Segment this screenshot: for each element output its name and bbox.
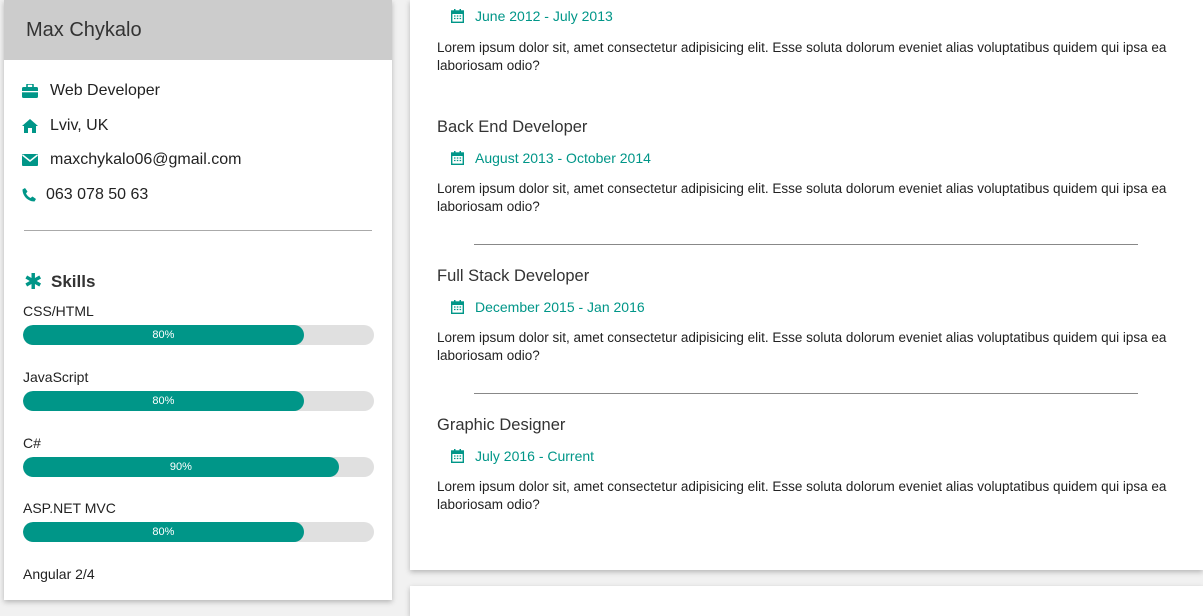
briefcase-icon (22, 84, 50, 99)
job-date-text: July 2016 - Current (475, 448, 595, 464)
profile-name-header: Max Chykalo (4, 0, 392, 60)
skills-heading: ✱ Skills (24, 269, 392, 295)
skill-bar-fill: 90% (23, 457, 339, 477)
skill-item: JavaScript 80% (23, 369, 392, 435)
skills-heading-text: Skills (51, 272, 96, 291)
job-description: Lorem ipsum dolor sit, amet consectetur … (437, 181, 1167, 214)
job-title: Graphic Designer (437, 416, 566, 434)
skill-item: ASP.NET MVC 80% (23, 500, 392, 566)
experience-card: June 2012 - July 2013 Lorem ipsum dolor … (410, 0, 1203, 570)
job-date: August 2013 - October 2014 (451, 146, 1177, 170)
experience-divider (474, 393, 1138, 394)
skill-bar-track: 80% (23, 325, 374, 345)
skill-name: C# (23, 435, 41, 451)
skill-name: CSS/HTML (23, 303, 94, 319)
contact-phone[interactable]: 063 078 50 63 (22, 178, 392, 213)
job-description: Lorem ipsum dolor sit, amet consectetur … (437, 479, 1167, 512)
phone-icon (22, 187, 46, 202)
contact-location-text: Lviv, UK (50, 116, 109, 134)
calendar-icon (451, 300, 475, 314)
contact-job-text: Web Developer (50, 82, 160, 100)
skill-name: ASP.NET MVC (23, 500, 116, 516)
contact-list: Web Developer Lviv, UK maxchykalo06@gmai… (4, 60, 392, 212)
job-title: Full Stack Developer (437, 267, 590, 285)
profile-name: Max Chykalo (26, 18, 142, 41)
skill-bar-fill: 80% (23, 522, 304, 542)
calendar-icon (451, 151, 475, 165)
job-date-text: December 2015 - Jan 2016 (475, 299, 645, 315)
next-card (410, 586, 1203, 616)
calendar-icon (451, 9, 475, 23)
skill-item: CSS/HTML 80% (23, 303, 392, 369)
skill-bar-track: 90% (23, 457, 374, 477)
skill-bar-fill: 80% (23, 391, 304, 411)
job-date-text: June 2012 - July 2013 (475, 8, 613, 24)
skill-bar-track: 80% (23, 522, 374, 542)
home-icon (22, 118, 50, 133)
skill-item: C# 90% (23, 435, 392, 500)
skills-list: CSS/HTML 80% JavaScript 80% C# 90% ASP.N… (4, 303, 392, 588)
job-title: Back End Developer (437, 118, 588, 136)
contact-email[interactable]: maxchykalo06@gmail.com (22, 143, 392, 178)
profile-card: Max Chykalo Web Developer Lviv, UK maxch… (4, 0, 392, 600)
contact-job: Web Developer (22, 74, 392, 109)
job-date: December 2015 - Jan 2016 (451, 295, 1177, 319)
contact-location: Lviv, UK (22, 109, 392, 144)
experience-divider (474, 244, 1138, 245)
skill-bar-fill: 80% (23, 325, 304, 345)
job-date-text: August 2013 - October 2014 (475, 150, 651, 166)
asterisk-icon: ✱ (24, 269, 43, 294)
job-date: July 2016 - Current (451, 444, 1177, 468)
skill-name: JavaScript (23, 369, 89, 385)
contact-phone-text: 063 078 50 63 (46, 185, 149, 203)
skill-bar-track: 80% (23, 391, 374, 411)
calendar-icon (451, 449, 475, 463)
sidebar-divider (24, 230, 372, 231)
experience-item: Graphic Designer July 2016 - Current Lor… (437, 416, 1177, 513)
job-date: June 2012 - July 2013 (451, 4, 1177, 28)
contact-email-text: maxchykalo06@gmail.com (50, 151, 242, 169)
skill-item: Angular 2/4 (23, 566, 392, 588)
experience-item: Back End Developer August 2013 - October… (437, 118, 1177, 215)
skill-name: Angular 2/4 (23, 566, 95, 582)
experience-item: Full Stack Developer December 2015 - Jan… (437, 267, 1177, 364)
job-description: Lorem ipsum dolor sit, amet consectetur … (437, 330, 1167, 363)
envelope-icon (22, 154, 50, 167)
experience-item: June 2012 - July 2013 Lorem ipsum dolor … (437, 4, 1177, 74)
job-description: Lorem ipsum dolor sit, amet consectetur … (437, 40, 1167, 73)
